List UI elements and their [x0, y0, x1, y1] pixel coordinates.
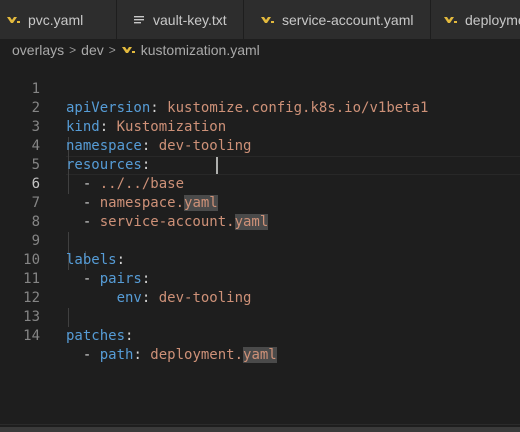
text-cursor: [216, 157, 218, 174]
list-dash: -: [82, 347, 100, 363]
yaml-value: deployment.: [150, 347, 244, 363]
tab-service-account-yaml[interactable]: service-account.yaml: [244, 0, 431, 39]
code-line: 9 labels:: [0, 213, 520, 268]
yaml-icon: [260, 15, 274, 25]
colon: :: [125, 328, 134, 344]
tab-label: pvc.yaml: [28, 11, 84, 28]
code-line: 3 namespace: dev-tooling: [0, 99, 520, 154]
code-line: 10 - pairs:: [0, 232, 520, 287]
code-line: 13 patches:: [0, 289, 520, 344]
tab-label: service-account.yaml: [282, 11, 414, 28]
yaml-key: patches: [66, 328, 126, 344]
tab-label: vault-key.txt: [153, 11, 227, 28]
text-file-icon: [133, 14, 145, 26]
yaml-icon: [443, 15, 457, 25]
breadcrumb-file[interactable]: kustomization.yaml: [141, 42, 260, 58]
yaml-icon: [121, 45, 135, 55]
scrollbar-thumb[interactable]: [0, 427, 520, 432]
yaml-icon: [6, 15, 20, 25]
line-number: 14: [23, 328, 40, 344]
code-line: 4 resources:: [0, 118, 520, 173]
colon: :: [133, 347, 151, 363]
tab-vault-key-txt[interactable]: vault-key.txt: [117, 0, 244, 39]
code-line: 8: [0, 194, 520, 230]
breadcrumb-folder-dev[interactable]: dev: [81, 42, 104, 58]
code-editor[interactable]: 1 apiVersion: kustomize.config.k8s.io/v1…: [0, 61, 520, 425]
code-line: 12: [0, 270, 520, 306]
horizontal-scrollbar[interactable]: [0, 424, 520, 432]
word-highlight: yaml: [243, 347, 277, 363]
code-line-active: 6 - namespace.yaml: [0, 156, 520, 211]
tab-deployment-yaml[interactable]: deployme: [431, 0, 520, 39]
code-line: 11 env: dev-tooling: [0, 251, 520, 306]
breadcrumb: overlays > dev > kustomization.yaml: [0, 39, 520, 61]
code-line: 2 kind: Kustomization: [0, 80, 520, 135]
breadcrumb-separator: >: [108, 43, 116, 57]
code-line: 7 - service-account.yaml: [0, 175, 520, 230]
breadcrumb-separator: >: [69, 43, 77, 57]
code-line: 14 - path: deployment.yaml: [0, 308, 520, 363]
breadcrumb-folder-overlays[interactable]: overlays: [12, 42, 64, 58]
tab-bar: pvc.yaml vault-key.txt service-account.y…: [0, 0, 520, 39]
tab-label: deployme: [465, 11, 520, 28]
code-line: 1 apiVersion: kustomize.config.k8s.io/v1…: [0, 61, 520, 116]
yaml-key: path: [99, 347, 134, 363]
editor-window: pvc.yaml vault-key.txt service-account.y…: [0, 0, 520, 432]
code-line: 5 - ../../base: [0, 137, 520, 192]
tab-pvc-yaml[interactable]: pvc.yaml: [0, 0, 117, 39]
